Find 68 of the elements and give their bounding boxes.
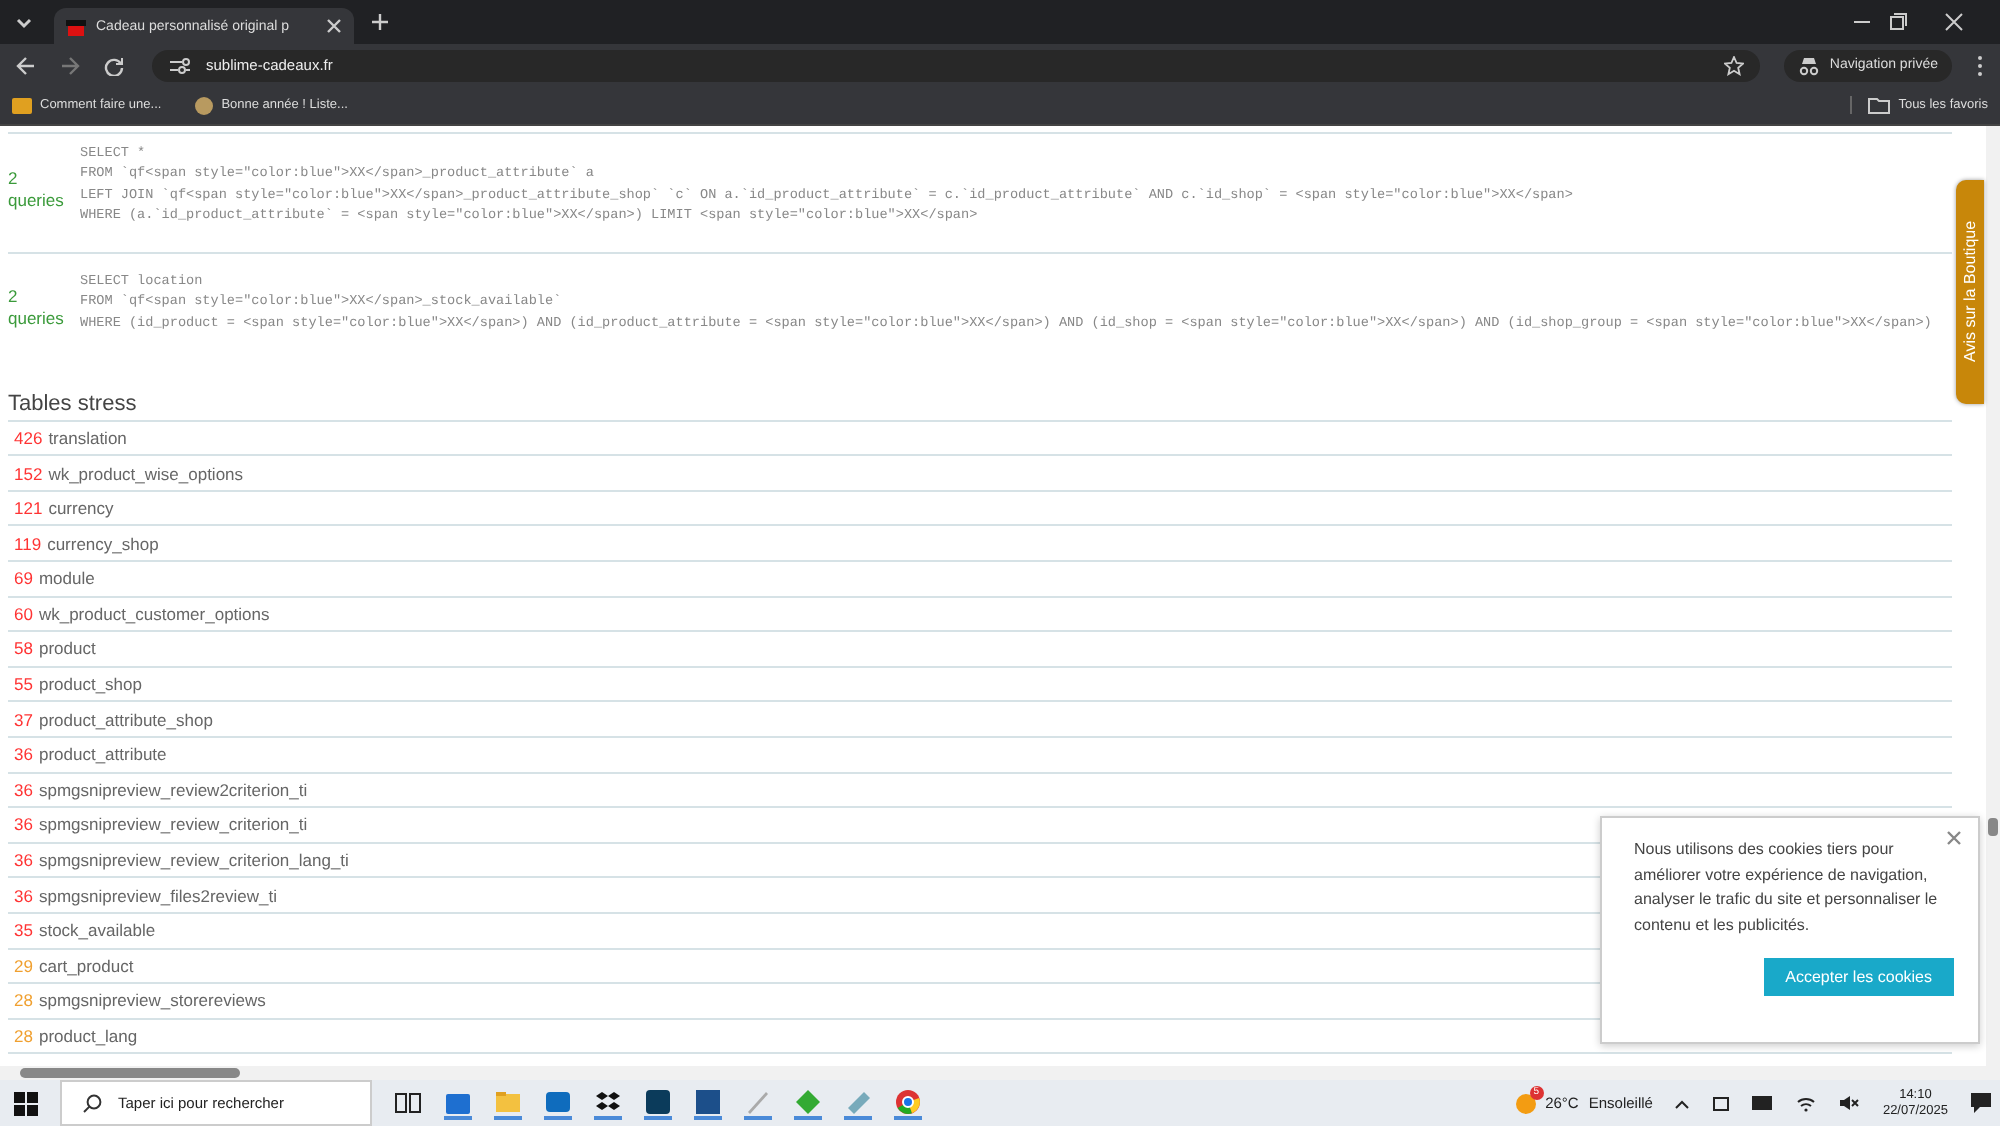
more-menu-icon[interactable] [1976,53,1984,78]
query-count: 28 [14,990,33,1011]
table-name: currency [48,498,114,519]
site-settings-icon[interactable] [168,55,192,76]
table-name: wk_product_customer_options [38,603,270,624]
speaker-muted-icon[interactable] [1838,1094,1861,1112]
table-name: wk_product_wise_options [48,463,244,484]
query-count: 35 [14,920,33,941]
forward-icon[interactable] [60,55,80,76]
query-count: 426 [14,427,43,448]
folder-icon[interactable] [494,1087,522,1119]
dropbox-icon[interactable] [594,1087,622,1119]
horizontal-scrollbar[interactable] [0,1066,1986,1080]
table-name: product_lang [38,1026,138,1047]
table-name: product [38,638,96,659]
windows-start-icon[interactable] [14,1091,38,1115]
vertical-scrollbar[interactable] [1986,126,2000,1080]
cookie-message: Nous utilisons des cookies tiers pour améliorer votre expérience de navigation, analyser le trafic du site et personnaliser le contenu et les publicités. [1634,838,1940,938]
query-count: 69 [14,568,33,589]
table-name: currency_shop [47,533,159,554]
table-name: cart_product [38,955,134,976]
section-heading: Tables stress [8,389,139,420]
query-count: 60 [14,603,33,624]
query-count: 36 [14,885,33,906]
plus-icon[interactable] [370,12,390,32]
query-count: 119 [14,533,42,554]
query-count: 121 [14,498,43,519]
folder-icon [1868,96,1891,115]
table-name: product_shop [38,674,142,695]
query-count: 37 [14,709,33,730]
query-count: 36 [14,779,33,800]
table-name: product_attribute_shop [38,709,213,730]
back-icon[interactable] [16,55,36,76]
query-count: 29 [14,955,33,976]
chevron-up-icon[interactable] [1674,1097,1691,1109]
table-name: spmgsnipreview_storereviews [38,990,266,1011]
query-count: 36 [14,744,33,765]
query-count: 2 [8,167,20,190]
chrome-icon[interactable] [894,1087,922,1119]
close-icon[interactable] [326,18,342,34]
close-icon[interactable] [1944,12,1964,32]
table-name: translation [48,427,127,448]
reload-icon[interactable] [104,55,124,76]
query-count: 36 [14,850,33,871]
query-label: queries [8,189,66,212]
query-count: 58 [14,638,33,659]
restore-icon[interactable] [1888,12,1908,32]
table-name: module [38,568,95,589]
table-name: spmgsnipreview_review_criterion_lang_ti [38,850,349,871]
query-count: 36 [14,814,33,835]
gift-icon [66,16,86,36]
search-icon [82,1093,102,1113]
table-name: product_attribute [38,744,167,765]
task-view-icon[interactable] [394,1089,422,1117]
wifi-icon[interactable] [1796,1095,1817,1111]
query-count: 152 [14,463,43,484]
table-name: spmgsnipreview_review2criterion_ti [38,779,308,800]
table-name: spmgsnipreview_review_criterion_ti [38,814,308,835]
query-label: queries [8,307,66,330]
table-name: spmgsnipreview_files2review_ti [38,885,278,906]
folder-icon [12,96,32,115]
star-icon[interactable] [1723,55,1744,76]
table-name: stock_available [38,920,156,941]
query-count: 55 [14,674,33,695]
incognito-icon [1797,55,1820,76]
query-count: 28 [14,1026,33,1047]
notification-icon[interactable] [1970,1092,1992,1114]
query-count: 2 [8,285,20,308]
